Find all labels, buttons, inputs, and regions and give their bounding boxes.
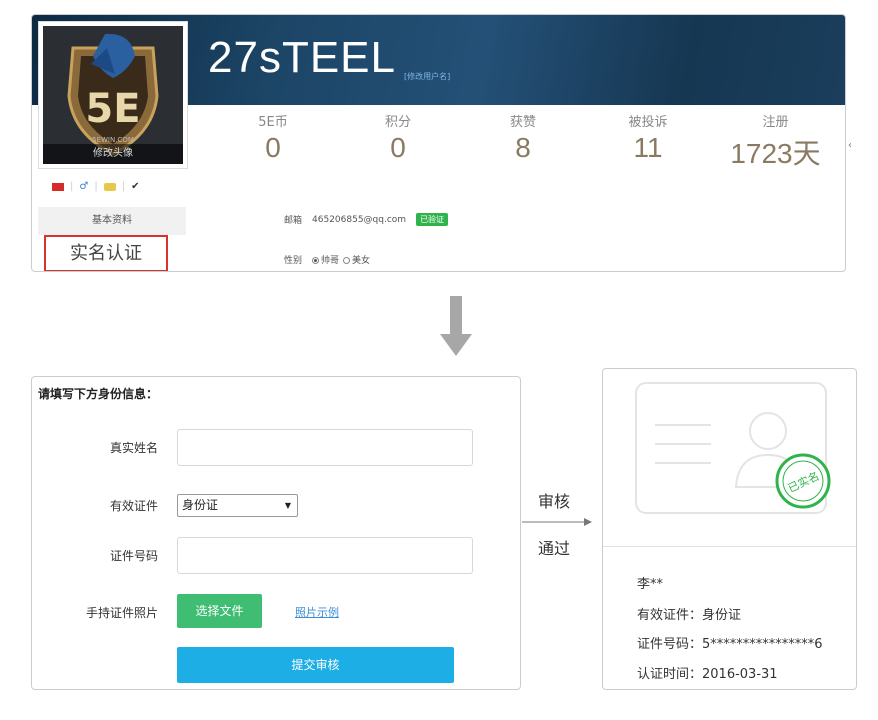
result-id-number: 证件号码：5****************6 (637, 637, 823, 652)
review-label: 审核 (538, 492, 571, 511)
down-arrow-icon (440, 296, 472, 356)
stat-label: 注册 (762, 115, 789, 130)
stat-value: 11 (633, 132, 663, 163)
profile-badges: | ♂ | | ✔ (52, 181, 139, 192)
right-arrow-icon (522, 518, 592, 526)
stat-label: 5E币 (258, 115, 288, 130)
stat-label: 被投诉 (628, 115, 668, 130)
username: 27sTEEL (208, 33, 396, 82)
id-number-label: 证件号码 (109, 549, 158, 563)
stat-value: 0 (390, 132, 406, 163)
real-name-input[interactable] (177, 429, 473, 466)
email-label: 邮箱 (284, 216, 303, 226)
edit-avatar-caption[interactable]: 修改头像 (43, 144, 183, 164)
avatar-subtext: 5EWIN.COM (92, 136, 134, 144)
stat-label: 获赞 (509, 115, 536, 130)
gender-label: 性别 (284, 256, 303, 266)
dropdown-arrow-icon: ▼ (284, 501, 291, 510)
id-type-select[interactable]: 身份证 ▼ (177, 494, 298, 517)
stat-likes: 获赞 8 (468, 111, 578, 164)
radio-icon[interactable] (343, 257, 351, 264)
stat-complaints: 被投诉 11 (593, 111, 703, 164)
submit-review-button[interactable]: 提交审核 (177, 647, 454, 683)
email-verified-badge: 已验证 (416, 213, 449, 226)
profile-stats: 5E币 0 积分 0 获赞 8 被投诉 11 注册 1723天 (208, 111, 838, 171)
china-flag-icon (52, 182, 64, 191)
stat-points: 积分 0 (343, 111, 453, 164)
gender-male-label: 帅哥 (321, 256, 340, 266)
stat-value: 1723天 (730, 138, 821, 169)
result-id-type: 有效证件：身份证 (637, 608, 742, 623)
sidebar-item-basic-info[interactable]: 基本资料 (38, 207, 186, 235)
gender-female-option[interactable]: 美女 (343, 253, 370, 266)
sidebar-item-realname-auth[interactable]: 实名认证 (44, 235, 168, 271)
email-row: 邮箱 465206855@qq.com 已验证 (284, 213, 449, 226)
identity-form-card: 请填写下方身份信息： 真实姓名 有效证件 身份证 ▼ 证件号码 手持证件照片 选… (31, 376, 521, 690)
divider: | (121, 181, 126, 192)
profile-card: 27sTEEL [修改用户名] 5E 5EWIN.COM 修改头像 | ♂ | … (31, 14, 846, 272)
avatar-frame[interactable]: 5E 5EWIN.COM 修改头像 (38, 21, 188, 169)
id-type-label: 有效证件 (109, 499, 158, 513)
divider: | (94, 181, 98, 192)
gender-male-option[interactable]: 帅哥 (312, 253, 339, 266)
stat-label: 积分 (384, 115, 411, 130)
choose-file-button[interactable]: 选择文件 (177, 594, 262, 628)
name-label: 真实姓名 (109, 441, 158, 455)
edit-username-link[interactable]: [修改用户名] (404, 71, 450, 82)
verification-result-card: 已实名 李** 有效证件：身份证 证件号码：5****************6… (602, 368, 857, 690)
id-number-input[interactable] (177, 537, 473, 574)
id-card-illustration: 已实名 (603, 369, 856, 547)
gender-female-label: 美女 (352, 256, 371, 266)
photo-sample-link[interactable]: 照片示例 (295, 604, 339, 620)
result-name: 李** (637, 577, 664, 592)
stat-coins: 5E币 0 (218, 111, 328, 164)
vip-badge-icon (103, 182, 116, 191)
svg-text:5E: 5E (85, 86, 140, 132)
pass-label: 通过 (538, 539, 571, 558)
id-type-value: 身份证 (182, 498, 219, 512)
male-icon: ♂ (79, 181, 89, 192)
stat-registered: 注册 1723天 (713, 111, 838, 172)
gender-row: 性别 帅哥 美女 (284, 253, 370, 266)
divider: | (70, 181, 74, 192)
verified-check-icon: ✔ (131, 181, 140, 192)
id-card-icon: 已实名 (635, 382, 831, 514)
stat-value: 0 (265, 132, 281, 163)
form-heading: 请填写下方身份信息： (38, 387, 159, 401)
stat-value: 8 (515, 132, 531, 163)
avatar[interactable]: 5E 5EWIN.COM 修改头像 (43, 26, 183, 164)
edge-mark: ‹ (848, 140, 852, 151)
email-value: 465206855@qq.com (312, 214, 407, 225)
radio-selected-icon[interactable] (312, 257, 320, 264)
photo-label: 手持证件照片 (85, 606, 158, 620)
result-time: 认证时间：2016-03-31 (637, 667, 778, 682)
